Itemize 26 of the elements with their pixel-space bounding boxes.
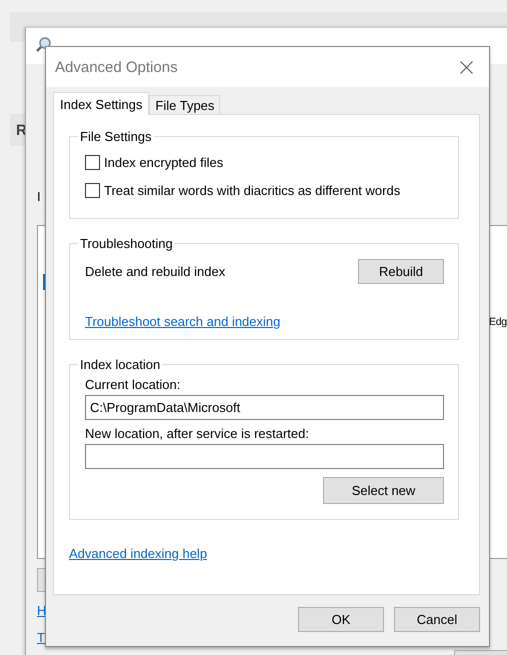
current-location-field[interactable]: C:\ProgramData\Microsoft	[85, 395, 444, 420]
list-item[interactable]: Edg	[489, 316, 507, 328]
tab[interactable]: File Types	[149, 95, 220, 115]
close-icon[interactable]	[460, 60, 473, 74]
cancel-button[interactable]: Cancel	[394, 607, 480, 632]
tab[interactable]: Index Settings	[53, 92, 150, 115]
group-title: Index location	[79, 357, 162, 372]
search-icon	[35, 36, 53, 54]
checkbox-label[interactable]: Treat similar words with diacritics as different words	[104, 182, 400, 198]
group-title: File Settings	[79, 129, 153, 144]
rebuild-button[interactable]: Rebuild	[358, 259, 444, 284]
ok-button[interactable]: OK	[298, 607, 384, 632]
new-location-field[interactable]	[85, 444, 444, 469]
rebuild-label: Delete and rebuild index	[85, 264, 226, 279]
select-new-button[interactable]: Select new	[323, 477, 444, 504]
checkbox[interactable]	[85, 154, 100, 170]
list-label: I	[37, 189, 41, 204]
checkbox[interactable]	[85, 182, 100, 198]
troubleshoot-link[interactable]: Troubleshoot search and indexing	[85, 314, 280, 329]
help-link[interactable]: Advanced indexing help	[69, 546, 208, 561]
checkbox-label[interactable]: Index encrypted files	[104, 154, 224, 170]
dialog-title: Advanced Options	[55, 58, 178, 76]
field-label: Current location:	[85, 377, 182, 392]
field-label: New location, after service is restarted:	[85, 426, 310, 441]
troubleshoot-link[interactable]: T	[37, 630, 45, 645]
group-title: Troubleshooting	[79, 236, 174, 251]
